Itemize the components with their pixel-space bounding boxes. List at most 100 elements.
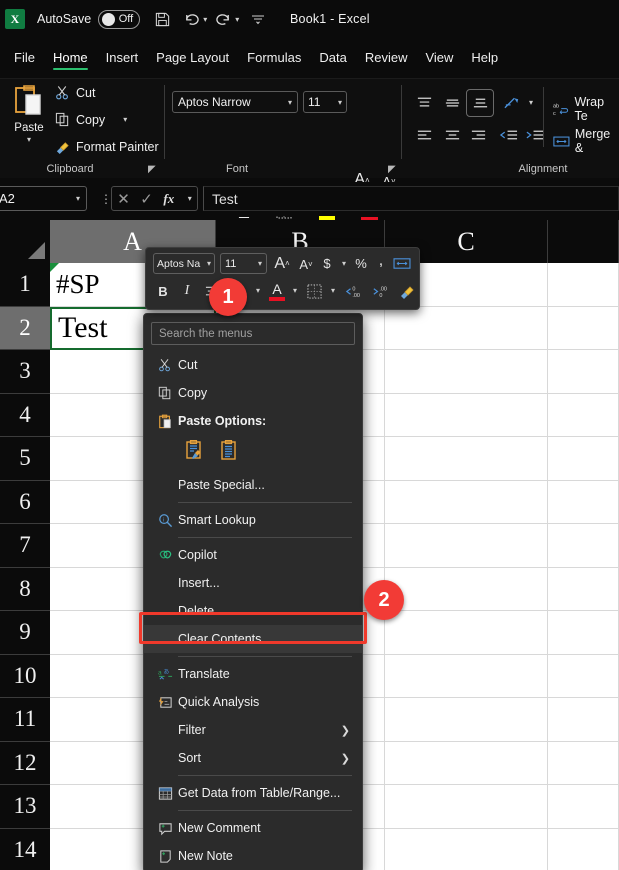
menu-item-insert[interactable]: Insert... (144, 569, 362, 597)
mini-merge-button[interactable] (391, 253, 413, 274)
formula-expand-caret-icon[interactable]: ▾ (188, 194, 192, 203)
cell-C8[interactable] (385, 567, 548, 611)
ribbon-tab-view[interactable]: View (417, 48, 461, 70)
undo-dropdown-caret-icon[interactable]: ▾ (203, 15, 207, 24)
mini-fill-caret-icon[interactable]: ▾ (256, 286, 260, 295)
row-header-14[interactable]: 14 (0, 828, 50, 870)
font-size-input[interactable]: 11 ▾ (303, 91, 347, 113)
insert-function-icon[interactable]: fx (163, 191, 174, 207)
cell-D6[interactable] (548, 480, 619, 524)
menu-item-copy[interactable]: Copy (144, 379, 362, 407)
cell-D14[interactable] (548, 828, 619, 870)
paste-keep-formatting-button[interactable] (184, 439, 206, 467)
cell-C12[interactable] (385, 741, 548, 785)
align-middle-button[interactable] (440, 92, 464, 114)
row-header-9[interactable]: 9 (0, 611, 50, 655)
paste-dropdown-caret-icon[interactable]: ▾ (27, 135, 31, 144)
ribbon-tab-insert[interactable]: Insert (98, 48, 147, 70)
ribbon-tab-formulas[interactable]: Formulas (239, 48, 309, 70)
mini-decrease-decimal-button[interactable]: 0.00 (343, 280, 369, 302)
autosave-toggle[interactable]: Off (98, 9, 141, 29)
name-box[interactable]: A2 ▾ (0, 186, 87, 211)
mini-bold-button[interactable]: B (153, 280, 173, 302)
mini-font-name-input[interactable]: Aptos Na ▾ (153, 253, 215, 274)
cell-D1[interactable] (548, 263, 619, 307)
mini-increase-decimal-button[interactable]: .00 0 (370, 280, 396, 302)
increase-indent-button[interactable] (522, 124, 546, 146)
merge-center-button[interactable]: Merge & (553, 127, 619, 155)
mini-borders-caret-icon[interactable]: ▾ (331, 286, 335, 295)
save-icon[interactable] (154, 11, 171, 28)
menu-item-filter[interactable]: Filter ❯ (144, 716, 362, 744)
cell-C5[interactable] (385, 437, 548, 481)
font-name-input[interactable]: Aptos Narrow ▾ (172, 91, 298, 113)
ribbon-tab-home[interactable]: Home (45, 48, 96, 70)
paste-values-button[interactable] (218, 439, 240, 467)
select-all-corner[interactable] (0, 220, 50, 263)
format-painter-button[interactable]: Format Painter (55, 139, 159, 154)
ribbon-tab-review[interactable]: Review (357, 48, 416, 70)
mini-font-name-caret-icon[interactable]: ▾ (207, 259, 211, 268)
ribbon-tab-page-layout[interactable]: Page Layout (148, 48, 237, 70)
mini-currency-caret-icon[interactable]: ▾ (342, 259, 346, 268)
ribbon-tab-help[interactable]: Help (463, 48, 506, 70)
cell-C2[interactable] (385, 306, 548, 350)
paste-button[interactable]: Paste ▾ (6, 83, 52, 157)
align-bottom-button[interactable] (466, 89, 494, 117)
copy-dropdown-caret-icon[interactable]: ▾ (123, 115, 127, 124)
font-size-caret-icon[interactable]: ▾ (338, 98, 342, 107)
mini-shrink-font-button[interactable]: A ˅ (295, 254, 317, 275)
cell-D8[interactable] (548, 567, 619, 611)
cell-D11[interactable] (548, 698, 619, 742)
ribbon-tab-file[interactable]: File (6, 48, 43, 70)
menu-item-new-comment[interactable]: New Comment (144, 814, 362, 842)
menu-item-quick-analysis[interactable]: Quick Analysis (144, 688, 362, 716)
menu-search-input[interactable]: Search the menus (151, 322, 355, 345)
menu-item-delete[interactable]: Delete... (144, 597, 362, 625)
customize-quick-access-icon[interactable] (251, 13, 265, 25)
cell-C4[interactable] (385, 393, 548, 437)
align-top-button[interactable] (412, 92, 436, 114)
cell-C6[interactable] (385, 480, 548, 524)
ribbon-tab-data[interactable]: Data (311, 48, 354, 70)
row-header-2[interactable]: 2 (0, 306, 50, 350)
menu-item-paste-special[interactable]: Paste Special... (144, 471, 362, 499)
menu-item-cut[interactable]: Cut (144, 351, 362, 379)
mini-currency-button[interactable]: $ (318, 253, 336, 274)
cancel-icon[interactable]: ✕ (117, 190, 130, 208)
row-header-12[interactable]: 12 (0, 741, 50, 785)
row-header-3[interactable]: 3 (0, 350, 50, 394)
cell-D13[interactable] (548, 785, 619, 829)
decrease-indent-button[interactable] (496, 124, 520, 146)
cell-C9[interactable] (385, 611, 548, 655)
mini-grow-font-button[interactable]: A ˄ (271, 253, 293, 274)
cell-C3[interactable] (385, 350, 548, 394)
row-header-1[interactable]: 1 (0, 263, 50, 307)
menu-item-smart-lookup[interactable]: i Smart Lookup (144, 506, 362, 534)
cell-D4[interactable] (548, 393, 619, 437)
formula-input[interactable]: Test (203, 186, 619, 211)
cell-D2[interactable] (548, 306, 619, 350)
enter-icon[interactable]: ✓ (140, 190, 153, 208)
menu-item-get-data[interactable]: Get Data from Table/Range... (144, 779, 362, 807)
row-header-11[interactable]: 11 (0, 698, 50, 742)
cell-D10[interactable] (548, 654, 619, 698)
menu-item-clear-contents[interactable]: Clear Contents (144, 625, 362, 653)
cell-D9[interactable] (548, 611, 619, 655)
cell-D12[interactable] (548, 741, 619, 785)
orientation-button[interactable] (500, 92, 524, 114)
mini-font-color-button[interactable]: A (266, 279, 288, 304)
mini-font-size-input[interactable]: 11 ▾ (220, 253, 267, 274)
row-header-6[interactable]: 6 (0, 480, 50, 524)
mini-format-painter-button[interactable] (396, 280, 418, 302)
cell-D3[interactable] (548, 350, 619, 394)
cell-C13[interactable] (385, 785, 548, 829)
redo-dropdown-caret-icon[interactable]: ▾ (235, 15, 239, 24)
cell-D5[interactable] (548, 437, 619, 481)
cell-C11[interactable] (385, 698, 548, 742)
mini-percent-button[interactable]: % (352, 253, 370, 274)
cell-C7[interactable] (385, 524, 548, 568)
mini-borders-button[interactable] (303, 280, 325, 302)
menu-item-paste-opts[interactable]: Paste Options: (144, 407, 362, 435)
row-header-4[interactable]: 4 (0, 393, 50, 437)
